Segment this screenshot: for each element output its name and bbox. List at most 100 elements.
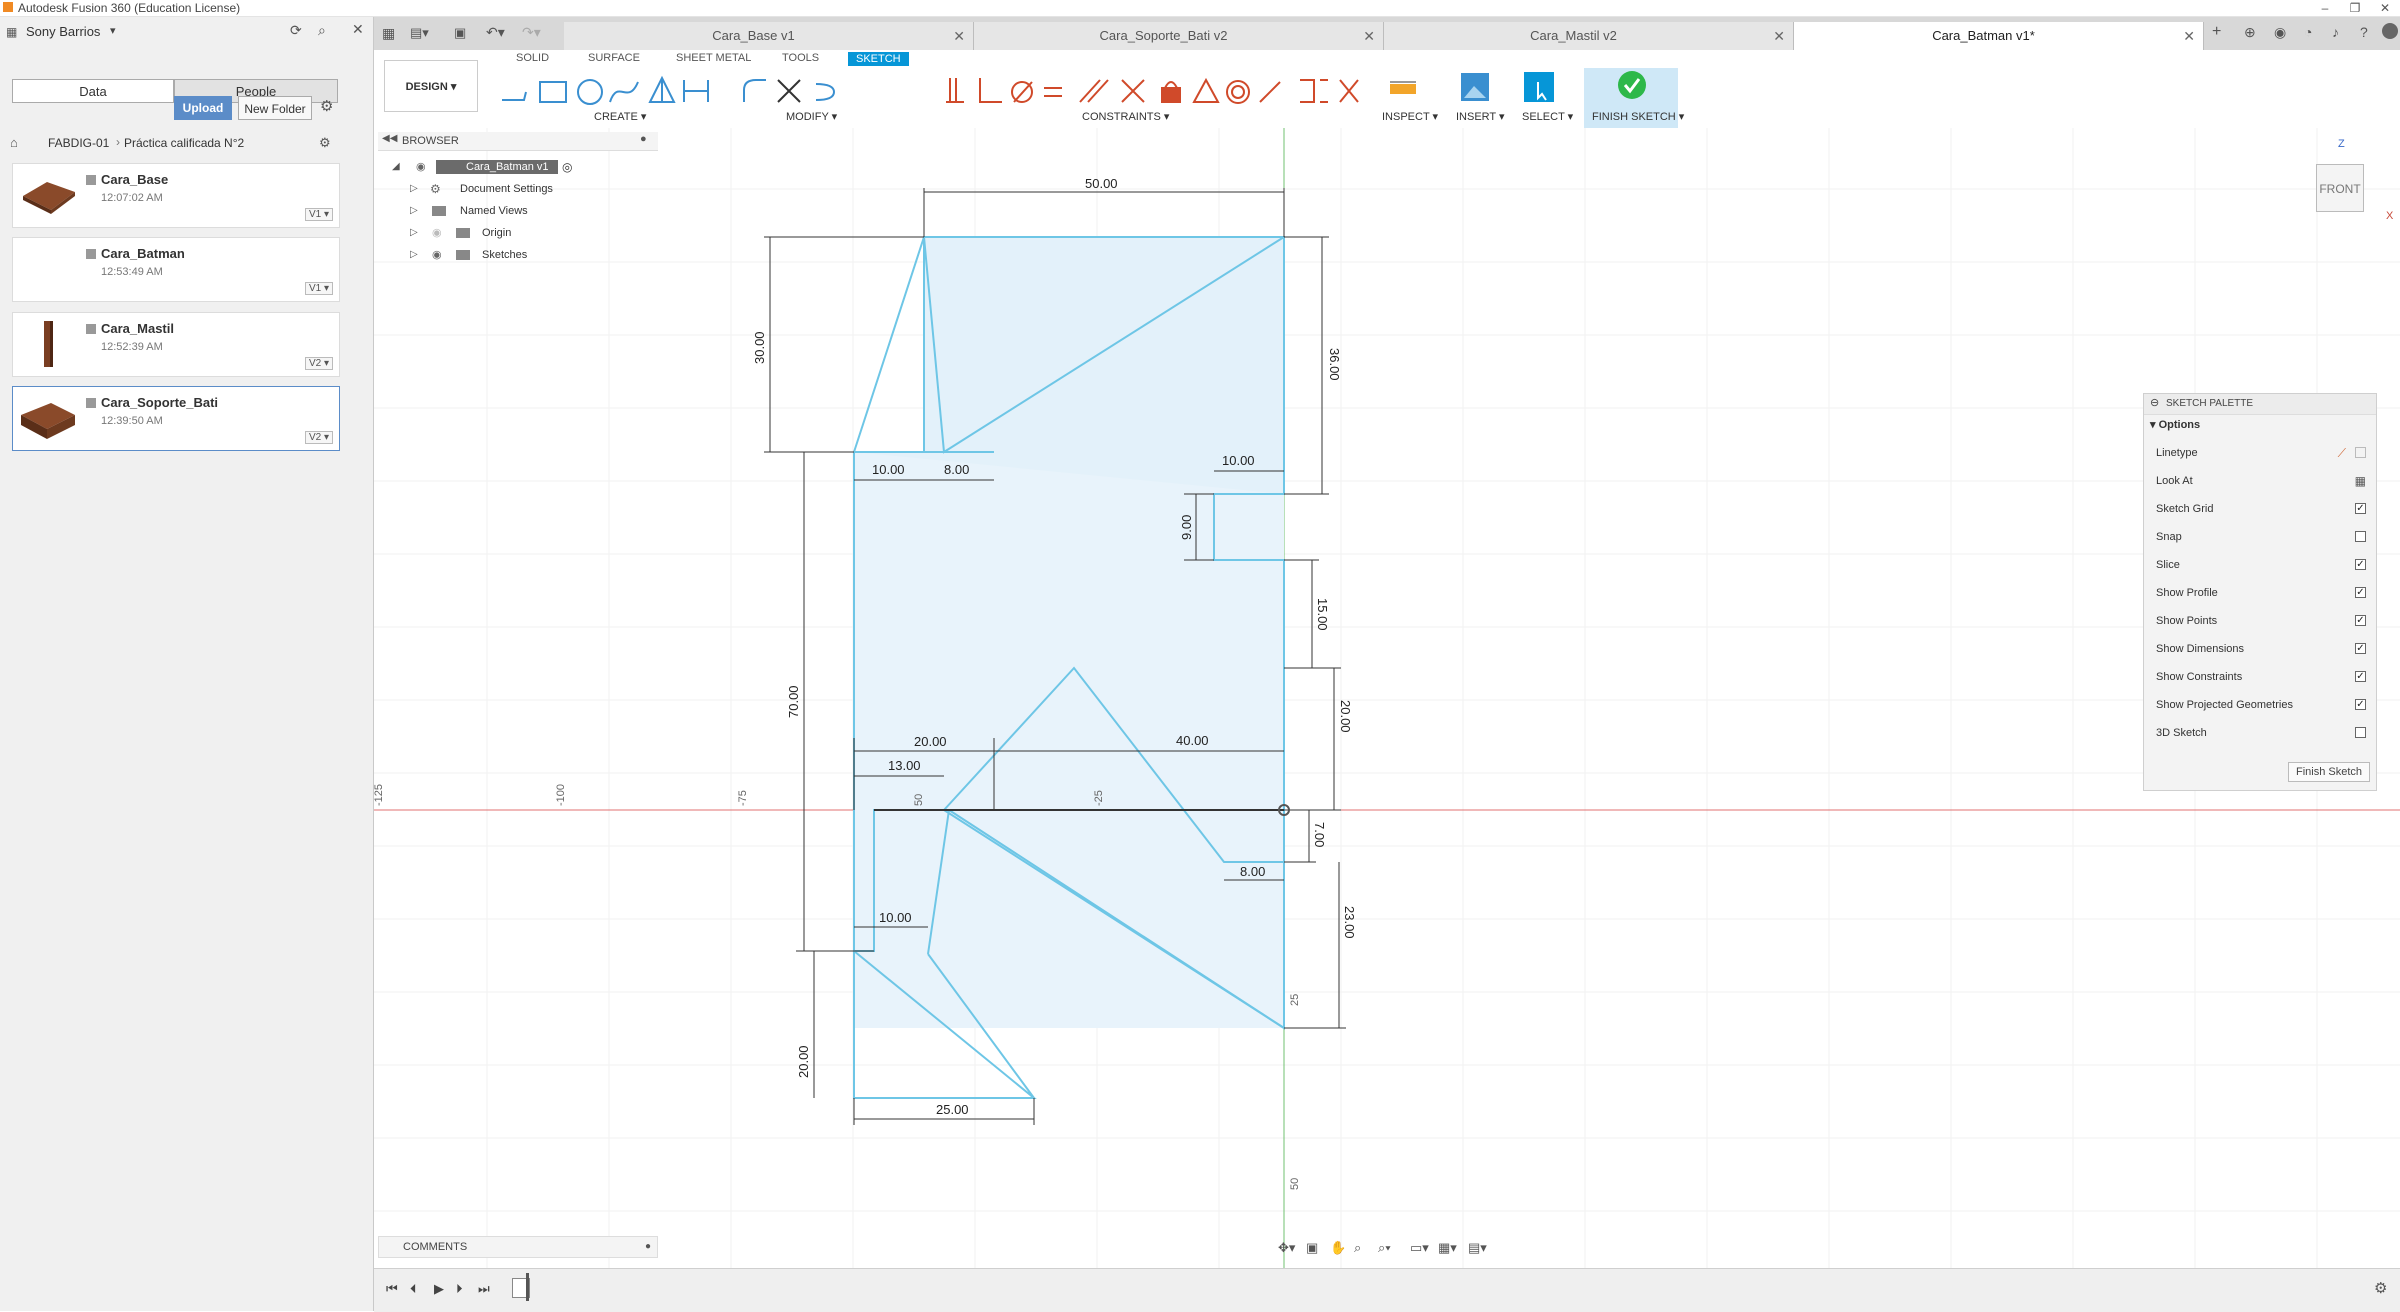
home-icon[interactable]: ⌂	[10, 135, 18, 150]
pan-icon[interactable]: ✋	[1330, 1240, 1346, 1256]
version-badge[interactable]: V1 ▾	[304, 208, 333, 221]
insert-image-icon[interactable]	[1458, 70, 1492, 104]
viewcube-front-face[interactable]: FRONT	[2316, 164, 2364, 212]
visibility-eye-icon[interactable]: ◉	[432, 222, 442, 244]
tab-sketch[interactable]: SKETCH	[848, 52, 909, 66]
orbit-icon[interactable]: ✥▾	[1278, 1240, 1295, 1256]
breadcrumb-folder[interactable]: Práctica calificada N°2	[124, 136, 244, 150]
folder-settings-icon[interactable]: ⚙	[319, 135, 331, 151]
redo-icon[interactable]: ↷▾	[522, 24, 541, 41]
look-at-icon[interactable]: ▣	[1306, 1240, 1318, 1256]
look-at-icon[interactable]: ▦	[2355, 467, 2366, 495]
upload-button[interactable]: Upload	[174, 96, 232, 120]
play-icon[interactable]: ▶	[434, 1281, 444, 1297]
minimize-button[interactable]: –	[2310, 0, 2340, 16]
pin-icon[interactable]: ●	[645, 1237, 651, 1257]
version-badge[interactable]: V1 ▾	[304, 282, 333, 295]
show-profile-checkbox[interactable]: ✓	[2355, 587, 2366, 598]
list-item[interactable]: Cara_Mastil 12:52:39 AM V2 ▾	[12, 312, 340, 377]
expand-triangle-icon[interactable]: ▷	[410, 244, 418, 266]
snap-checkbox[interactable]	[2355, 531, 2366, 542]
extensions-icon[interactable]: ⊕	[2244, 24, 2256, 41]
expand-triangle-icon[interactable]: ◢	[392, 156, 400, 178]
slice-checkbox[interactable]: ✓	[2355, 559, 2366, 570]
version-badge[interactable]: V2 ▾	[304, 357, 333, 370]
breadcrumb-project[interactable]: FABDIG-01	[48, 136, 109, 150]
close-window-button[interactable]: ✕	[2370, 0, 2400, 16]
palette-look-at[interactable]: Look At ▦	[2156, 467, 2366, 495]
collapse-icon[interactable]: ⊖	[2150, 396, 2159, 409]
list-item[interactable]: Cara_Base 12:07:02 AM V1 ▾	[12, 163, 340, 228]
close-tab-icon[interactable]: ✕	[953, 22, 965, 50]
display-settings-icon[interactable]: ▭▾	[1410, 1240, 1429, 1256]
constraints-menu[interactable]: CONSTRAINTS ▾	[1082, 110, 1169, 123]
browser-item-origin[interactable]: ▷ ◉ Origin	[378, 222, 658, 244]
pin-icon[interactable]: ●	[640, 133, 647, 145]
tab-cara-batman[interactable]: Cara_Batman v1* ✕	[1794, 22, 2204, 50]
undo-icon[interactable]: ↶▾	[486, 24, 505, 41]
linetype-centerline-icon[interactable]	[2355, 447, 2366, 458]
collapse-icon[interactable]: ◀◀	[382, 133, 397, 144]
tab-solid[interactable]: SOLID	[516, 52, 549, 64]
tab-sheet-metal[interactable]: SHEET METAL	[676, 52, 751, 64]
close-tab-icon[interactable]: ✕	[1363, 22, 1375, 50]
close-panel-icon[interactable]: ✕	[352, 21, 364, 38]
avatar[interactable]	[2382, 23, 2398, 39]
3d-sketch-checkbox[interactable]	[2355, 727, 2366, 738]
expand-triangle-icon[interactable]: ▷	[410, 178, 418, 200]
timeline-marker[interactable]	[526, 1273, 529, 1301]
step-back-icon[interactable]: ⏴	[410, 1281, 417, 1297]
inspect-menu[interactable]: INSPECT ▾	[1382, 110, 1438, 123]
tab-cara-mastil[interactable]: Cara_Mastil v2 ✕	[1384, 22, 1794, 50]
sketch-grid-checkbox[interactable]: ✓	[2355, 503, 2366, 514]
finish-sketch-menu[interactable]: FINISH SKETCH ▾	[1592, 110, 1684, 123]
zoom-icon[interactable]: ⌕	[1354, 1240, 1361, 1256]
browser-root[interactable]: ◢ ◉ Cara_Batman v1 ◎	[378, 156, 658, 178]
viewcube[interactable]: Z FRONT X	[2304, 138, 2394, 228]
expand-triangle-icon[interactable]: ▷	[410, 200, 418, 222]
tab-data[interactable]: Data	[12, 79, 174, 103]
new-folder-button[interactable]: New Folder	[238, 96, 312, 120]
insert-menu[interactable]: INSERT ▾	[1456, 110, 1505, 123]
select-menu[interactable]: SELECT ▾	[1522, 110, 1573, 123]
list-item[interactable]: Cara_Batman 12:53:49 AM V1 ▾	[12, 237, 340, 302]
tab-cara-base[interactable]: Cara_Base v1 ✕	[564, 22, 974, 50]
user-chevron-down-icon[interactable]: ▾	[110, 24, 116, 37]
go-to-end-icon[interactable]: ⏭	[478, 1281, 490, 1297]
grid-menu-icon[interactable]: ▦	[382, 25, 395, 42]
step-forward-icon[interactable]: ⏵	[456, 1281, 463, 1297]
job-status-icon[interactable]: ◉	[2274, 24, 2286, 41]
list-item[interactable]: Cara_Soporte_Bati 12:39:50 AM V2 ▾	[12, 386, 340, 451]
comments-panel[interactable]: COMMENTS ●	[378, 1236, 658, 1258]
browser-item-document-settings[interactable]: ▷ ⚙ Document Settings	[378, 178, 658, 200]
tab-tools[interactable]: TOOLS	[782, 52, 819, 64]
save-icon[interactable]: ▣	[454, 25, 466, 41]
tab-surface[interactable]: SURFACE	[588, 52, 640, 64]
version-badge[interactable]: V2 ▾	[304, 431, 333, 444]
show-projected-geometries-checkbox[interactable]: ✓	[2355, 699, 2366, 710]
sketch-canvas[interactable]: 50.00 30.00 36.00 10.00 8.00 10.00 9.00 …	[374, 128, 2400, 1268]
select-icon[interactable]	[1522, 70, 1556, 104]
gear-icon[interactable]: ⚙	[320, 97, 333, 115]
notifications-icon[interactable]: ♪	[2332, 24, 2339, 40]
grid-settings-icon[interactable]: ▦▾	[1438, 1240, 1457, 1256]
modify-menu[interactable]: MODIFY ▾	[786, 110, 837, 123]
close-tab-icon[interactable]: ✕	[2183, 22, 2195, 50]
show-points-checkbox[interactable]: ✓	[2355, 615, 2366, 626]
workspace-switcher[interactable]: DESIGN ▾	[384, 60, 478, 112]
expand-triangle-icon[interactable]: ▷	[410, 222, 418, 244]
go-to-start-icon[interactable]: ⏮	[386, 1281, 398, 1297]
linetype-construction-icon[interactable]: ⟋	[2338, 439, 2346, 467]
finish-sketch-palette-button[interactable]: Finish Sketch	[2288, 762, 2370, 782]
options-section[interactable]: ▾ Options	[2150, 418, 2200, 431]
visibility-eye-icon[interactable]: ◉	[432, 244, 442, 266]
tab-cara-soporte-bati[interactable]: Cara_Soporte_Bati v2 ✕	[974, 22, 1384, 50]
show-constraints-checkbox[interactable]: ✓	[2355, 671, 2366, 682]
show-dimensions-checkbox[interactable]: ✓	[2355, 643, 2366, 654]
timeline-settings-icon[interactable]: ⚙	[2374, 1279, 2387, 1297]
create-menu[interactable]: CREATE ▾	[594, 110, 646, 123]
help-icon[interactable]: ?	[2360, 24, 2368, 40]
sketch-drawing[interactable]: 50.00 30.00 36.00 10.00 8.00 10.00 9.00 …	[374, 128, 2400, 1268]
online-status-icon[interactable]: ◔	[2304, 24, 2312, 40]
measure-icon[interactable]	[1386, 72, 1420, 106]
